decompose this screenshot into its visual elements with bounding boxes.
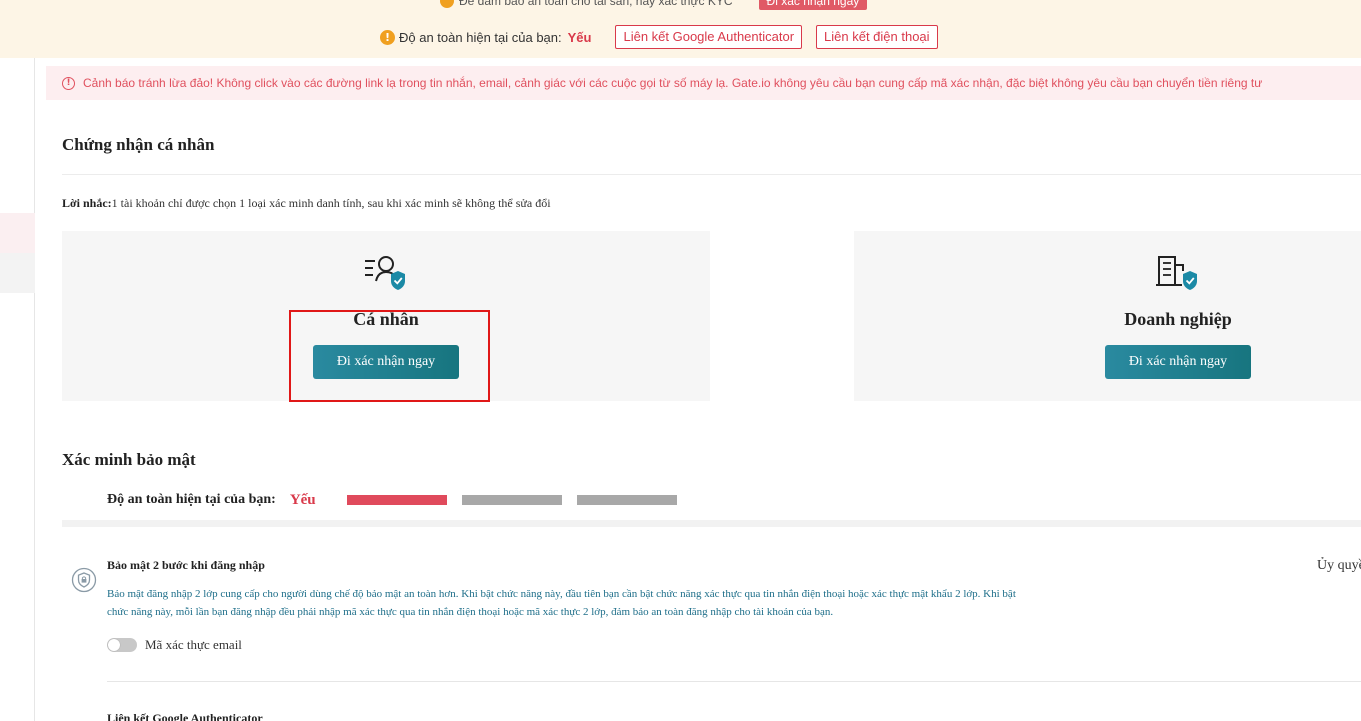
safety-row: ! Độ an toàn hiện tại của bạn: Yếu Liên … [380, 24, 938, 50]
reminder-text: 1 tài khoản chỉ được chọn 1 loại xác min… [111, 196, 551, 210]
sidebar-item-active[interactable] [0, 213, 35, 253]
personal-card-title: Cá nhân [353, 309, 419, 329]
kyc-reminder-row: Để đảm bảo an toàn cho tài sản, hãy xác … [440, 0, 868, 10]
person-verified-icon [365, 256, 405, 290]
toggle-knob [108, 639, 120, 651]
kyc-verify-button[interactable]: Đi xác nhận ngay [758, 0, 868, 10]
personal-verify-button[interactable]: Đi xác nhận ngay [313, 345, 459, 379]
identity-reminder: Lời nhắc:1 tài khoản chỉ được chọn 1 loạ… [62, 196, 551, 211]
sidebar-item-hover[interactable] [0, 253, 35, 293]
identity-section-title: Chứng nhận cá nhân [62, 135, 215, 154]
sidebar [0, 58, 35, 721]
google-authenticator-item-title: Liên kết Google Authenticator [107, 711, 263, 721]
two-step-login-title: Bảo mật 2 bước khi đăng nhập [107, 558, 265, 572]
authorize-label[interactable]: Ủy quyề [1317, 558, 1361, 574]
kyc-reminder-text: Để đảm bảo an toàn cho tài sản, hãy xác … [459, 0, 733, 8]
building-verified-icon [1156, 256, 1197, 290]
security-level-value: Yếu [289, 491, 316, 508]
alert-circle-icon: ! [62, 76, 75, 90]
email-code-toggle[interactable] [107, 638, 137, 652]
top-banner: Để đảm bảo an toàn cho tài sản, hãy xác … [0, 0, 1361, 58]
link-google-authenticator-button[interactable]: Liên kết Google Authenticator [615, 25, 803, 49]
email-code-toggle-row: Mã xác thực email [107, 636, 242, 654]
fraud-alert: ! Cảnh báo tránh lừa đảo! Không click và… [46, 66, 1361, 100]
security-level-bar-filled [347, 495, 447, 505]
section-separator [62, 520, 1361, 527]
warning-dot-icon [440, 0, 454, 8]
safety-level: Yếu [567, 29, 592, 45]
security-level-label: Độ an toàn hiện tại của bạn: [107, 492, 276, 507]
exclamation-icon: ! [380, 29, 395, 45]
security-level-row: Độ an toàn hiện tại của bạn: Yếu [107, 490, 316, 510]
divider [62, 174, 1361, 175]
two-step-login-description: Bảo mật đăng nhập 2 lớp cung cấp cho ngư… [107, 588, 1016, 618]
business-verify-button[interactable]: Đi xác nhận ngay [1105, 345, 1251, 379]
personal-verification-card: Cá nhân Đi xác nhận ngay [62, 231, 710, 401]
security-level-bar-empty [462, 495, 562, 505]
security-section-title: Xác minh bảo mật [62, 450, 196, 469]
reminder-label: Lời nhắc: [62, 196, 112, 210]
security-level-bar-empty [577, 495, 677, 505]
email-code-label: Mã xác thực email [145, 637, 242, 652]
fraud-alert-text: Cảnh báo tránh lừa đảo! Không click vào … [83, 76, 1263, 90]
business-verification-card: Doanh nghiệp Đi xác nhận ngay [854, 231, 1361, 401]
divider [107, 681, 1361, 682]
safety-label: Độ an toàn hiện tại của bạn: [399, 29, 562, 45]
link-phone-button[interactable]: Liên kết điện thoại [816, 25, 938, 49]
business-card-title: Doanh nghiệp [1124, 309, 1232, 329]
shield-lock-icon [71, 567, 97, 593]
